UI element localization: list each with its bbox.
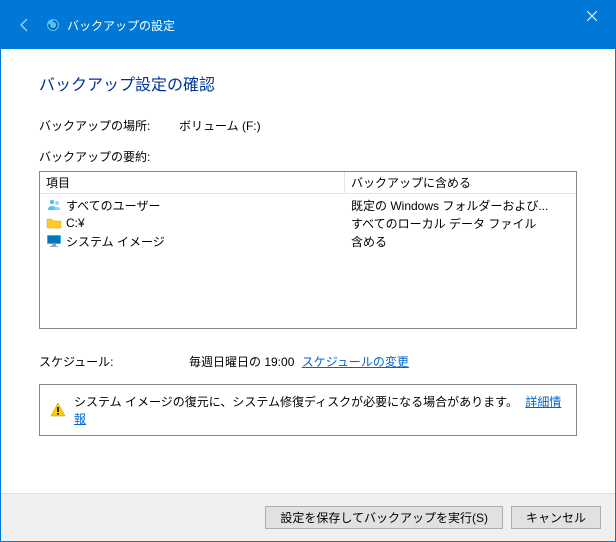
- list-item-label: システム イメージ: [66, 233, 165, 250]
- back-arrow-icon: [13, 13, 37, 37]
- list-item[interactable]: C:¥ すべてのローカル データ ファイル: [40, 214, 576, 232]
- content-area: バックアップ設定の確認 バックアップの場所: ボリューム (F:) バックアップ…: [1, 49, 615, 446]
- window-title: バックアップの設定: [67, 17, 175, 34]
- cancel-button[interactable]: キャンセル: [511, 506, 601, 529]
- backup-location-row: バックアップの場所: ボリューム (F:): [39, 117, 577, 134]
- list-item-included: 既定の Windows フォルダーおよび...: [345, 197, 576, 214]
- list-item-label: すべてのユーザー: [66, 197, 160, 214]
- backup-location-label: バックアップの場所:: [39, 117, 179, 134]
- save-and-run-button[interactable]: 設定を保存してバックアップを実行(S): [265, 506, 503, 529]
- info-box: システム イメージの復元に、システム修復ディスクが必要になる場合があります。 詳…: [39, 384, 577, 436]
- summary-list: 項目 バックアップに含める すべてのユーザー 既定の Windows フォルダー…: [39, 171, 577, 329]
- list-item-included: すべてのローカル データ ファイル: [345, 215, 576, 232]
- close-button[interactable]: [569, 1, 615, 31]
- schedule-label: スケジュール:: [39, 353, 189, 370]
- monitor-icon: [46, 233, 62, 249]
- backup-summary-label: バックアップの要約:: [39, 148, 577, 165]
- list-item[interactable]: すべてのユーザー 既定の Windows フォルダーおよび...: [40, 196, 576, 214]
- list-header: 項目 バックアップに含める: [40, 172, 576, 194]
- footer: 設定を保存してバックアップを実行(S) キャンセル: [1, 493, 615, 541]
- list-body: すべてのユーザー 既定の Windows フォルダーおよび... C:¥ すべて…: [40, 194, 576, 252]
- users-icon: [46, 197, 62, 213]
- list-item-included: 含める: [345, 233, 576, 250]
- info-text: システム イメージの復元に、システム修復ディスクが必要になる場合があります。 詳…: [74, 393, 566, 427]
- change-schedule-link[interactable]: スケジュールの変更: [302, 355, 409, 369]
- schedule-value: 毎週日曜日の 19:00 スケジュールの変更: [189, 353, 409, 370]
- list-item-label: C:¥: [66, 216, 85, 230]
- warning-icon: [50, 402, 66, 418]
- folder-icon: [46, 215, 62, 231]
- column-header-item[interactable]: 項目: [40, 172, 345, 194]
- schedule-row: スケジュール: 毎週日曜日の 19:00 スケジュールの変更: [39, 353, 577, 370]
- titlebar: バックアップの設定: [1, 1, 615, 49]
- close-icon: [587, 11, 597, 21]
- backup-app-icon: [45, 17, 61, 33]
- list-item[interactable]: システム イメージ 含める: [40, 232, 576, 250]
- page-heading: バックアップ設定の確認: [39, 71, 577, 95]
- column-header-included[interactable]: バックアップに含める: [345, 172, 576, 194]
- backup-location-value: ボリューム (F:): [179, 117, 261, 134]
